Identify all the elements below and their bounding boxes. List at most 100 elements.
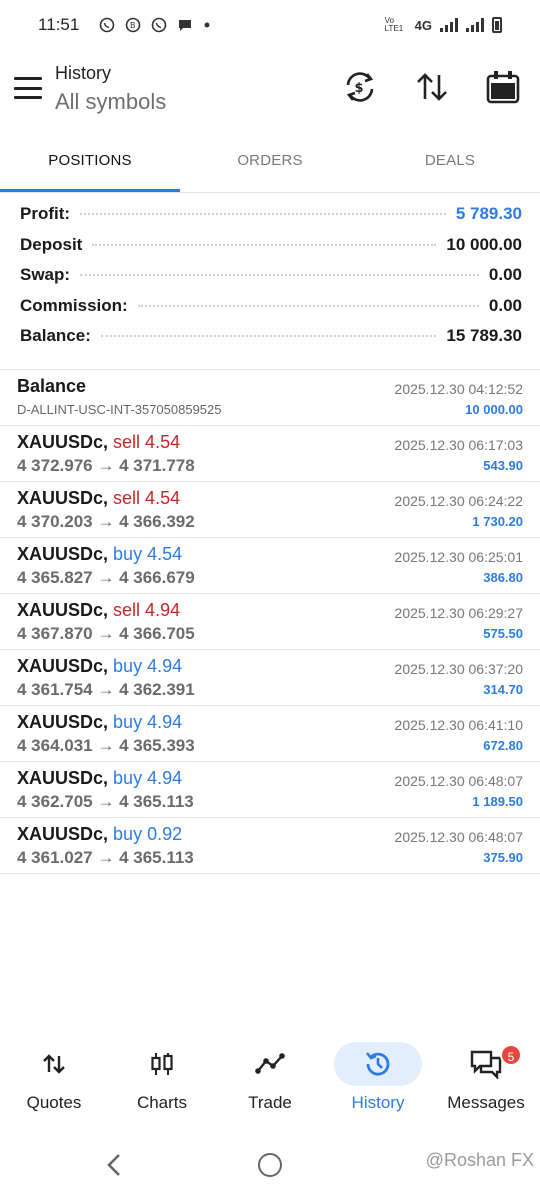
- deal-time: 2025.12.30 06:48:07: [394, 829, 523, 845]
- deal-symbol: XAUUSDc, buy 4.94: [17, 768, 182, 789]
- deal-row[interactable]: XAUUSDc, buy 4.94 4 361.754 → 4 362.391 …: [0, 650, 540, 706]
- deal-time: 2025.12.30 06:17:03: [394, 437, 523, 453]
- summary-deposit: Deposit 10 000.00: [20, 235, 522, 266]
- candlestick-icon: [151, 1053, 173, 1075]
- balance-entry-title: Balance: [17, 376, 87, 396]
- status-left: 11:51 B: [38, 15, 211, 35]
- deal-symbol: XAUUSDc, buy 0.92: [17, 824, 182, 845]
- deal-row[interactable]: XAUUSDc, sell 4.54 4 370.203 → 4 366.392…: [0, 482, 540, 538]
- symbol-name: XAUUSDc,: [17, 600, 109, 620]
- whatsapp-icon: [151, 17, 167, 33]
- network-type: 4G: [414, 17, 432, 33]
- nav-history[interactable]: History: [324, 1040, 432, 1120]
- app-header: History All symbols $: [0, 55, 540, 125]
- nav-icon-wrap: [216, 1049, 324, 1079]
- deal-symbol: XAUUSDc, buy 4.94: [17, 656, 182, 677]
- deal-row[interactable]: XAUUSDc, sell 4.54 4 372.976 → 4 371.778…: [0, 426, 540, 482]
- calendar-icon[interactable]: [485, 69, 521, 105]
- status-time: 11:51: [38, 15, 80, 34]
- deal-prices: 4 367.870 → 4 366.705: [17, 624, 195, 643]
- deal-row[interactable]: XAUUSDc, buy 4.94 4 362.705 → 4 365.113 …: [0, 762, 540, 818]
- deal-row[interactable]: XAUUSDc, buy 4.94 4 364.031 → 4 365.393 …: [0, 706, 540, 762]
- symbol-name: XAUUSDc,: [17, 768, 109, 788]
- deal-profit: 543.90: [483, 458, 523, 473]
- quotes-arrows-icon: [43, 1054, 65, 1074]
- svg-text:B: B: [130, 21, 136, 30]
- deal-profit: 575.50: [483, 626, 523, 641]
- back-icon[interactable]: [104, 1152, 124, 1178]
- deal-profit: 314.70: [483, 682, 523, 697]
- sort-icon[interactable]: [414, 69, 450, 105]
- nav-label: History: [351, 1093, 405, 1112]
- nav-trade[interactable]: Trade: [216, 1040, 324, 1120]
- summary-panel: Profit: 5 789.30 Deposit 10 000.00 Swap:…: [20, 204, 522, 357]
- dot-leader: [80, 274, 479, 276]
- trend-line-icon: [255, 1053, 285, 1074]
- deal-symbol: XAUUSDc, sell 4.94: [17, 600, 180, 621]
- symbol-filter[interactable]: All symbols: [55, 89, 166, 115]
- deal-prices: 4 362.705 → 4 365.113: [17, 792, 194, 811]
- deal-profit: 672.80: [483, 738, 523, 753]
- deal-time: 2025.12.30 06:24:22: [394, 493, 523, 509]
- dot-leader: [137, 304, 479, 307]
- dot-leader: [100, 335, 437, 337]
- profit-value: 5 789.30: [455, 204, 522, 223]
- balance-value: 15 789.30: [446, 326, 522, 345]
- signal-icon: [440, 18, 458, 32]
- menu-icon[interactable]: [14, 77, 42, 99]
- deal-time: 2025.12.30 06:29:27: [394, 605, 523, 621]
- dot-icon: [204, 22, 210, 28]
- deposit-value: 10 000.00: [446, 234, 522, 254]
- deal-symbol: XAUUSDc, buy 4.54: [17, 544, 182, 565]
- deal-side: sell 4.54: [113, 488, 181, 508]
- home-icon[interactable]: [258, 1153, 282, 1177]
- svg-text:$: $: [355, 81, 364, 96]
- deal-symbol: XAUUSDc, sell 4.54: [17, 432, 180, 453]
- nav-quotes[interactable]: Quotes: [0, 1040, 108, 1120]
- deal-row[interactable]: XAUUSDc, buy 0.92 4 361.027 → 4 365.113 …: [0, 818, 540, 874]
- balance-entry-time: 2025.12.30 04:12:52: [394, 381, 523, 397]
- signal-icon-2: [466, 18, 484, 32]
- messages-icon: [470, 1050, 502, 1079]
- nav-messages[interactable]: 5 Messages: [432, 1040, 540, 1120]
- nav-label: Trade: [248, 1093, 292, 1112]
- deal-prices: 4 372.976 → 4 371.778: [17, 456, 195, 475]
- deal-profit: 1 730.20: [472, 514, 523, 529]
- profit-label: Profit:: [20, 204, 71, 223]
- status-bar: 11:51 B Vo LTE1 4G: [0, 0, 540, 50]
- symbol-name: XAUUSDc,: [17, 824, 109, 844]
- deal-time: 2025.12.30 06:37:20: [394, 661, 523, 677]
- whatsapp-business-icon: B: [125, 17, 141, 33]
- nav-label: Charts: [136, 1093, 188, 1112]
- deal-side: buy 4.94: [113, 768, 183, 788]
- tab-positions[interactable]: POSITIONS: [0, 130, 180, 192]
- volte-indicator: Vo LTE1: [384, 16, 404, 33]
- tab-orders[interactable]: ORDERS: [180, 130, 360, 192]
- nav-icon-wrap: [432, 1049, 540, 1079]
- commission-value: 0.00: [488, 295, 522, 315]
- deposit-label: Deposit: [20, 234, 83, 254]
- balance-entry[interactable]: Balance D-ALLINT-USC-INT-357050859525 20…: [0, 370, 540, 426]
- history-tabs: POSITIONS ORDERS DEALS: [0, 130, 540, 192]
- deal-symbol: XAUUSDc, sell 4.54: [17, 488, 180, 509]
- swap-value: 0.00: [488, 265, 522, 284]
- symbol-name: XAUUSDc,: [17, 656, 109, 676]
- currency-exchange-icon[interactable]: $: [342, 69, 378, 105]
- tabs-divider: [0, 192, 540, 193]
- deal-prices: 4 364.031 → 4 365.393: [17, 736, 195, 755]
- tab-deals[interactable]: DEALS: [360, 130, 540, 192]
- battery-icon: [492, 17, 502, 33]
- nav-charts[interactable]: Charts: [108, 1040, 216, 1120]
- balance-label: Balance:: [20, 326, 91, 345]
- deal-side: sell 4.94: [113, 600, 181, 620]
- summary-profit: Profit: 5 789.30: [20, 204, 522, 235]
- deal-row[interactable]: XAUUSDc, sell 4.94 4 367.870 → 4 366.705…: [0, 594, 540, 650]
- nav-icon-wrap: [108, 1049, 216, 1079]
- deal-time: 2025.12.30 06:25:01: [394, 549, 523, 565]
- deal-profit: 386.80: [483, 570, 523, 585]
- deal-row[interactable]: XAUUSDc, buy 4.54 4 365.827 → 4 366.679 …: [0, 538, 540, 594]
- nav-label: Messages: [447, 1093, 525, 1112]
- dot-leader: [80, 213, 446, 215]
- deal-side: sell 4.54: [113, 432, 181, 452]
- deal-time: 2025.12.30 06:41:10: [394, 717, 523, 733]
